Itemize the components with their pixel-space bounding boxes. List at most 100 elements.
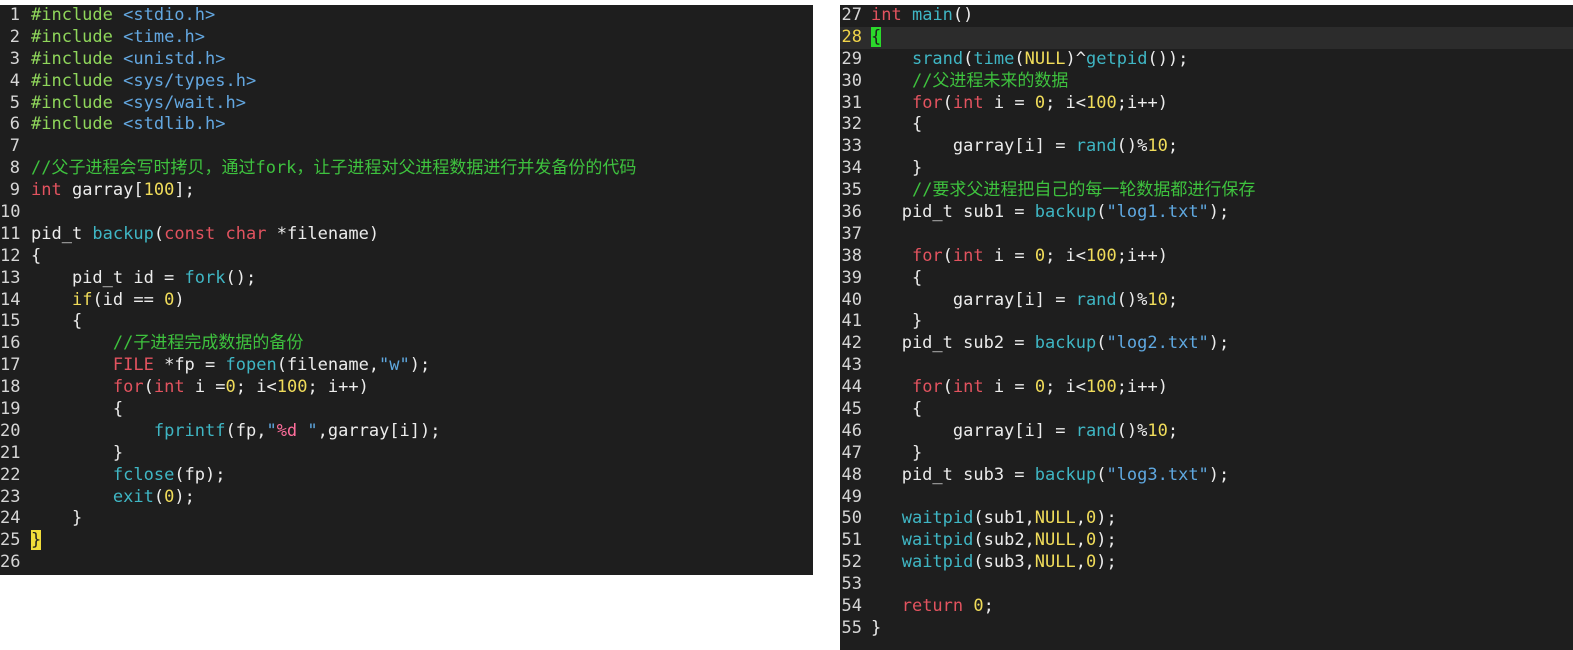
code-token: )	[174, 289, 185, 310]
code-token: exit	[112, 486, 154, 507]
code-line[interactable]: 15 {	[0, 311, 813, 333]
code-token: backup	[1034, 202, 1097, 223]
code-token: main	[911, 5, 953, 25]
code-line[interactable]: 42 pid_t sub2 = backup("log2.txt");	[840, 333, 1573, 355]
code-text: pid_t sub2 = backup("log2.txt");	[871, 333, 1230, 353]
code-line[interactable]: 25}	[0, 530, 813, 552]
code-token: ;	[1167, 136, 1179, 157]
code-line[interactable]: 52 waitpid(sub3,NULL,0);	[840, 552, 1573, 574]
code-line[interactable]: 11 pid_t backup(const char *filename)	[0, 224, 813, 246]
code-token: pid_t	[31, 223, 93, 244]
code-token: "log3.txt"	[1106, 464, 1209, 485]
code-token: (	[1096, 202, 1107, 223]
code-token: 0	[1034, 245, 1046, 266]
code-line[interactable]: 46 garray[i] = rand()%10;	[840, 421, 1573, 443]
code-token: "w"	[379, 355, 410, 376]
line-number: 15	[0, 311, 21, 332]
code-line[interactable]: 17 FILE *fp = fopen(filename,"w");	[0, 355, 813, 377]
code-line[interactable]: 54 return 0;	[840, 596, 1573, 618]
code-token: #include	[31, 5, 124, 25]
code-token: int	[952, 377, 984, 398]
code-line[interactable]: 20 fprintf(fp,"%d ",garray[i]);	[0, 421, 813, 443]
code-text: //父进程未来的数据	[871, 71, 1068, 91]
code-line[interactable]: 31 for(int i = 0; i<100;i++)	[840, 93, 1573, 115]
code-line[interactable]: 19 {	[0, 399, 813, 421]
code-token: for	[911, 92, 943, 113]
code-line[interactable]: 6 #include <stdlib.h>	[0, 114, 813, 136]
code-token: rand	[1075, 289, 1117, 310]
code-token: ;i++)	[1116, 377, 1168, 398]
code-line[interactable]: 3 #include <unistd.h>	[0, 49, 813, 71]
code-line[interactable]: 50 waitpid(sub1,NULL,0);	[840, 508, 1573, 530]
code-line[interactable]: 1 #include <stdio.h>	[0, 5, 813, 27]
code-token: 100	[143, 180, 175, 201]
code-token: #include	[31, 70, 124, 91]
code-line[interactable]: 9 int garray[100];	[0, 180, 813, 202]
code-line[interactable]: 5 #include <sys/wait.h>	[0, 93, 813, 115]
code-line[interactable]: 26	[0, 552, 813, 574]
code-line[interactable]: 33 garray[i] = rand()%10;	[840, 136, 1573, 158]
code-line[interactable]: 2 #include <time.h>	[0, 27, 813, 49]
code-line[interactable]: 51 waitpid(sub2,NULL,0);	[840, 530, 1573, 552]
code-line[interactable]: 18 for(int i =0; i<100; i++)	[0, 377, 813, 399]
line-number: 24	[0, 508, 21, 529]
line-number: 20	[0, 420, 21, 441]
code-line[interactable]: 35 //要求父进程把自己的每一轮数据都进行保存	[840, 180, 1573, 202]
code-line[interactable]: 10	[0, 202, 813, 224]
code-line[interactable]: 48 pid_t sub3 = backup("log3.txt");	[840, 465, 1573, 487]
code-line[interactable]: 32 {	[840, 114, 1573, 136]
code-line[interactable]: 41 }	[840, 311, 1573, 333]
code-line[interactable]: 40 garray[i] = rand()%10;	[840, 290, 1573, 312]
code-token: time	[973, 48, 1015, 69]
code-line[interactable]: 30 //父进程未来的数据	[840, 71, 1573, 93]
code-line[interactable]: 55}	[840, 618, 1573, 640]
code-token: );	[1096, 552, 1117, 573]
code-line[interactable]: 8 //父子进程会写时拷贝，通过fork，让子进程对父进程数据进行并发备份的代码	[0, 158, 813, 180]
code-line[interactable]: 12 {	[0, 246, 813, 268]
code-token: //要求父进程把自己的每一轮数据都进行保存	[911, 180, 1256, 201]
code-token: backup	[1034, 464, 1097, 485]
code-line[interactable]: 23 exit(0);	[0, 487, 813, 509]
code-token: garray[i] =	[871, 289, 1076, 310]
line-number: 35	[841, 180, 862, 201]
code-line[interactable]: 28 {	[840, 26, 1573, 49]
code-line[interactable]: 4 #include <sys/types.h>	[0, 71, 813, 93]
code-line[interactable]: 53	[840, 574, 1573, 596]
code-text: for(int i = 0; i<100;i++)	[871, 246, 1168, 266]
code-line[interactable]: 45 {	[840, 399, 1573, 421]
code-line[interactable]: 39 {	[840, 268, 1573, 290]
code-token: (	[143, 377, 154, 398]
editor-pane-right[interactable]: 27 int main() 28{29 srand(time(NULL)^getpi…	[840, 5, 1573, 650]
code-line[interactable]: 7	[0, 136, 813, 158]
code-line[interactable]: 29 srand(time(NULL)^getpid());	[840, 49, 1573, 71]
line-number: 54	[841, 596, 862, 617]
code-token: ()%	[1116, 289, 1148, 310]
line-number: 9	[9, 180, 20, 201]
code-token: }	[871, 617, 882, 638]
code-line[interactable]: 37	[840, 224, 1573, 246]
code-line[interactable]: 38 for(int i = 0; i<100;i++)	[840, 246, 1573, 268]
editor-pane-left[interactable]: 1 #include <stdio.h> 2 #include <time.h> 3 #i…	[0, 5, 813, 575]
code-line[interactable]: 27 int main()	[840, 5, 1573, 27]
code-line[interactable]: 43	[840, 355, 1573, 377]
code-line[interactable]: 49	[840, 487, 1573, 509]
code-line[interactable]: 16 //子进程完成数据的备份	[0, 333, 813, 355]
code-line[interactable]: 14 if(id == 0)	[0, 290, 813, 312]
line-number: 18	[0, 377, 21, 398]
code-token: <time.h>	[123, 26, 206, 47]
code-line[interactable]: 22 fclose(fp);	[0, 465, 813, 487]
code-line[interactable]: 47 }	[840, 443, 1573, 465]
code-line[interactable]: 44 for(int i = 0; i<100;i++)	[840, 377, 1573, 399]
code-line[interactable]: 24 }	[0, 508, 813, 530]
code-line[interactable]: 13 pid_t id = fork();	[0, 268, 813, 290]
code-line[interactable]: 34 }	[840, 158, 1573, 180]
line-number: 49	[841, 486, 862, 507]
code-line[interactable]: 36 pid_t sub1 = backup("log1.txt");	[840, 202, 1573, 224]
code-line[interactable]: 21 }	[0, 443, 813, 465]
